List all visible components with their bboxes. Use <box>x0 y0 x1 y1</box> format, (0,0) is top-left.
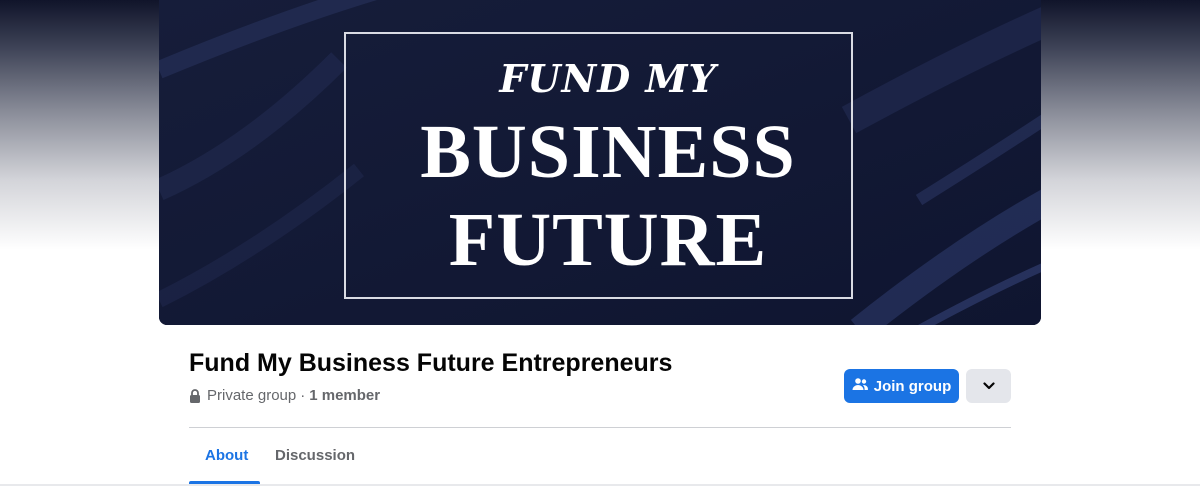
member-count[interactable]: 1 member <box>309 387 380 404</box>
group-title[interactable]: Fund My Business Future Entrepreneurs <box>189 349 672 378</box>
tab-about[interactable]: About <box>205 447 248 464</box>
meta-separator: · <box>300 387 306 404</box>
cover-text-line1: FUND MY <box>499 56 717 101</box>
chevron-down-icon <box>982 377 995 395</box>
more-options-button[interactable] <box>966 369 1011 403</box>
privacy-label: Private group <box>207 387 297 404</box>
join-group-label: Join group <box>873 377 952 395</box>
lock-icon <box>189 388 201 403</box>
cover-text-line3: FUTURE <box>448 198 768 282</box>
cover-text-line2: BUSINESS <box>420 110 796 194</box>
header-divider <box>189 427 1011 428</box>
group-meta: Private group · 1 member <box>189 387 380 404</box>
cover-photo[interactable]: FUND MY BUSINESS FUTURE <box>159 0 1041 325</box>
people-icon <box>852 377 868 395</box>
tab-discussion[interactable]: Discussion <box>275 447 355 464</box>
join-group-button[interactable]: Join group <box>844 369 959 403</box>
